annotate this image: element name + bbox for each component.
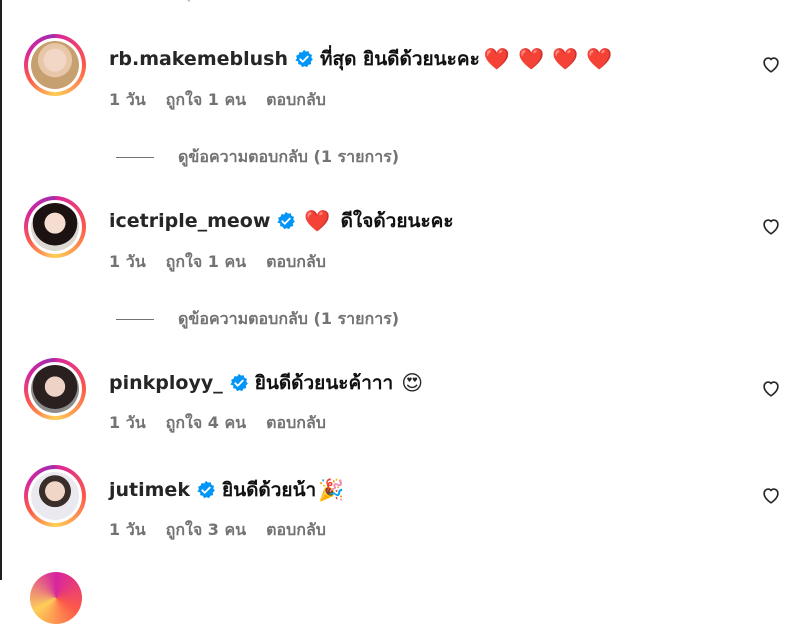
comment-time[interactable]: 1 วัน (109, 250, 146, 275)
comment-likes-count[interactable]: ถูกใจ 1 คน (166, 88, 246, 113)
verified-badge-icon (230, 373, 248, 392)
comment-text: ยินดีด้วยน้า (221, 479, 317, 501)
comment-username[interactable]: rb.makemeblush (109, 48, 288, 70)
comment-text: ดีใจด้วยนะคะ (340, 210, 454, 232)
avatar-story-ring[interactable] (24, 358, 86, 420)
avatar (31, 365, 79, 413)
reply-button[interactable]: ตอบกลับ (266, 411, 326, 436)
comment-username[interactable]: icetriple_meow (109, 210, 270, 232)
heart-emoji: ❤️ (552, 46, 579, 71)
heart-emoji: ❤️ (304, 208, 331, 233)
comment-likes-count[interactable]: ถูกใจ 1 คน (166, 250, 246, 275)
divider-dash (116, 319, 154, 320)
avatar (31, 472, 79, 520)
comment-likes-count[interactable]: ถูกใจ 3 คน (166, 518, 246, 543)
reply-button[interactable]: ตอบกลับ (266, 250, 326, 275)
heart-emoji: ❤️ (586, 46, 613, 71)
reply-button[interactable]: ตอบกลับ (266, 88, 326, 113)
partial-element-top (150, 0, 190, 4)
comment-likes-count[interactable]: ถูกใจ 4 คน (166, 411, 246, 436)
verified-badge-icon (295, 49, 313, 68)
party-popper-emoji: 🎉 (318, 477, 345, 502)
view-replies-button[interactable]: ดูข้อความตอบกลับ (1 รายการ) (116, 145, 399, 170)
verified-badge-icon (197, 480, 215, 499)
window-left-border (0, 0, 2, 580)
comment-time[interactable]: 1 วัน (109, 518, 146, 543)
heart-outline-icon[interactable] (760, 53, 782, 75)
comment-text: ยินดีด้วยนะค้าาา (254, 372, 394, 394)
heart-eyes-emoji: 😍 (401, 370, 424, 395)
comment-username[interactable]: pinkployy_ (109, 372, 223, 394)
comment-time[interactable]: 1 วัน (109, 411, 146, 436)
avatar (31, 203, 79, 251)
verified-badge-icon (277, 211, 296, 230)
heart-outline-icon[interactable] (760, 215, 782, 237)
heart-emoji: ❤️ (483, 46, 510, 71)
comment-time[interactable]: 1 วัน (109, 88, 146, 113)
heart-outline-icon[interactable] (760, 377, 782, 399)
view-replies-button[interactable]: ดูข้อความตอบกลับ (1 รายการ) (116, 307, 399, 332)
avatar (31, 41, 79, 89)
heart-outline-icon[interactable] (760, 484, 782, 506)
divider-dash (116, 157, 154, 158)
heart-emoji: ❤️ (517, 46, 545, 71)
comment-text: ที่สุด ยินดีด้วยนะคะ (319, 48, 480, 70)
avatar-story-ring[interactable] (24, 34, 86, 96)
view-replies-label: ดูข้อความตอบกลับ (1 รายการ) (178, 309, 400, 328)
avatar-story-ring[interactable] (24, 196, 86, 258)
reply-button[interactable]: ตอบกลับ (266, 518, 326, 543)
comment-username[interactable]: jutimek (109, 479, 190, 501)
view-replies-label: ดูข้อความตอบกลับ (1 รายการ) (178, 147, 400, 166)
avatar-story-ring[interactable] (24, 465, 86, 527)
